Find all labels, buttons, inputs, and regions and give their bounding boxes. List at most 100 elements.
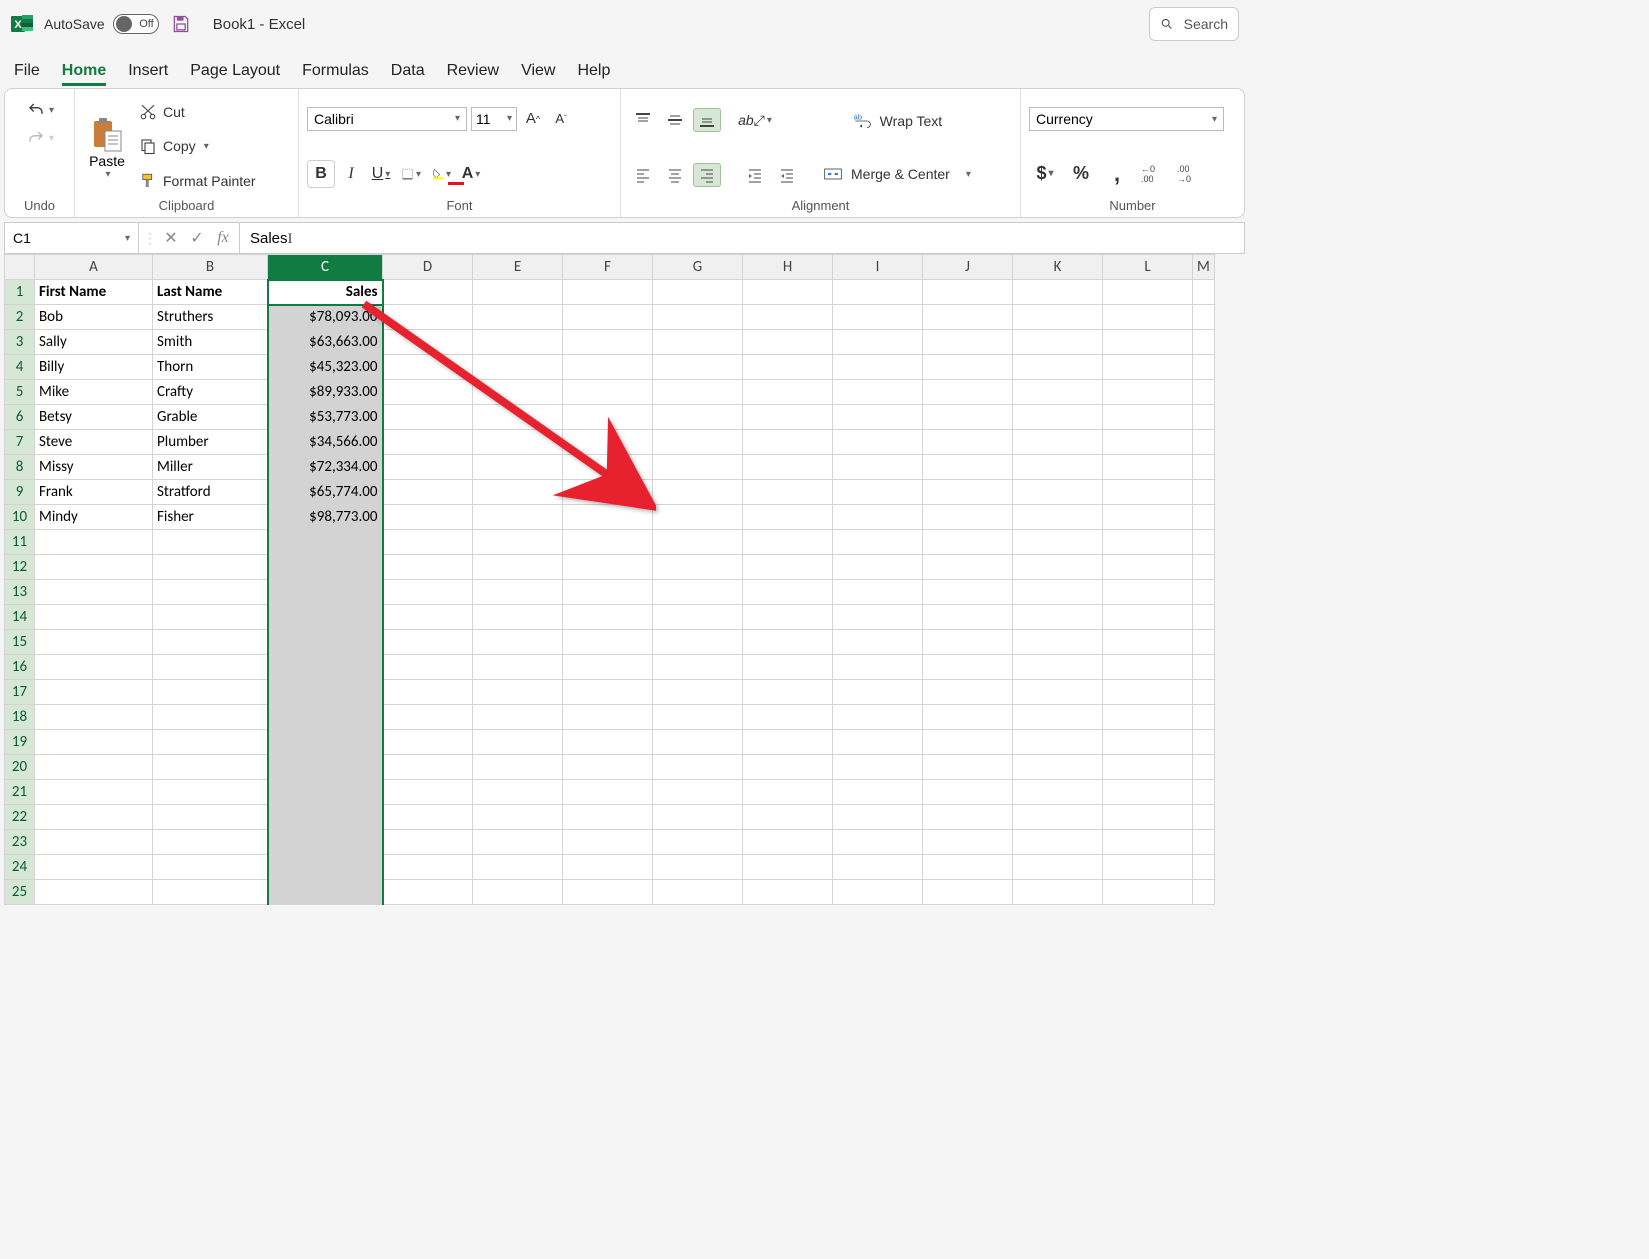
cell[interactable]: Plumber [153, 430, 268, 455]
cell[interactable] [473, 780, 563, 805]
row-header[interactable]: 13 [5, 580, 35, 605]
cell[interactable] [1013, 330, 1103, 355]
cell[interactable] [1013, 655, 1103, 680]
name-box[interactable]: C1▾ [5, 223, 139, 253]
column-header-F[interactable]: F [563, 255, 653, 280]
cell[interactable] [923, 630, 1013, 655]
align-top-button[interactable] [629, 108, 657, 132]
cell[interactable] [653, 605, 743, 630]
cell[interactable] [563, 755, 653, 780]
cell[interactable] [833, 880, 923, 905]
cell[interactable]: Last Name [153, 280, 268, 305]
row-header[interactable]: 25 [5, 880, 35, 905]
cell[interactable] [653, 505, 743, 530]
row-header[interactable]: 10 [5, 505, 35, 530]
cell[interactable] [923, 280, 1013, 305]
cell[interactable] [653, 305, 743, 330]
cell[interactable] [473, 305, 563, 330]
format-painter-button[interactable]: Format Painter [137, 169, 287, 193]
cell[interactable] [833, 305, 923, 330]
cell[interactable] [268, 680, 383, 705]
cell[interactable]: $34,566.00 [268, 430, 383, 455]
row-header[interactable]: 5 [5, 380, 35, 405]
decrease-indent-button[interactable] [741, 163, 769, 187]
cell[interactable]: $72,334.00 [268, 455, 383, 480]
cell[interactable] [743, 355, 833, 380]
cell[interactable] [153, 555, 268, 580]
row-header[interactable]: 15 [5, 630, 35, 655]
cell[interactable] [563, 730, 653, 755]
cell[interactable] [1193, 280, 1215, 305]
cell[interactable] [1103, 455, 1193, 480]
cell[interactable] [383, 580, 473, 605]
cell[interactable] [1103, 730, 1193, 755]
tab-home[interactable]: Home [62, 62, 106, 86]
row-header[interactable]: 12 [5, 555, 35, 580]
cell[interactable] [1013, 480, 1103, 505]
column-header-D[interactable]: D [383, 255, 473, 280]
cell[interactable] [1193, 505, 1215, 530]
cell[interactable] [563, 505, 653, 530]
cell[interactable] [1103, 630, 1193, 655]
cell[interactable] [563, 605, 653, 630]
cell[interactable] [383, 505, 473, 530]
cell[interactable] [153, 855, 268, 880]
cell[interactable] [743, 455, 833, 480]
cell[interactable] [1103, 380, 1193, 405]
cell[interactable] [268, 780, 383, 805]
cell[interactable] [563, 380, 653, 405]
cell[interactable] [1013, 730, 1103, 755]
cell[interactable] [473, 680, 563, 705]
cell[interactable] [743, 880, 833, 905]
cell[interactable] [833, 830, 923, 855]
row-header[interactable]: 19 [5, 730, 35, 755]
cell[interactable] [268, 705, 383, 730]
cell[interactable] [1103, 780, 1193, 805]
cell[interactable] [1193, 455, 1215, 480]
cell[interactable] [1013, 630, 1103, 655]
cell[interactable] [473, 480, 563, 505]
cell[interactable] [1193, 430, 1215, 455]
cell[interactable] [473, 330, 563, 355]
cell[interactable] [1013, 555, 1103, 580]
cell[interactable] [743, 530, 833, 555]
row-header[interactable]: 11 [5, 530, 35, 555]
cell[interactable] [1193, 580, 1215, 605]
cell[interactable] [1193, 880, 1215, 905]
row-header[interactable]: 24 [5, 855, 35, 880]
cell[interactable]: Betsy [35, 405, 153, 430]
cell[interactable] [743, 605, 833, 630]
cell[interactable] [743, 805, 833, 830]
cell[interactable] [1103, 355, 1193, 380]
cell[interactable] [563, 580, 653, 605]
cell[interactable] [268, 530, 383, 555]
cell[interactable] [923, 580, 1013, 605]
cell[interactable] [1193, 405, 1215, 430]
cell[interactable] [268, 605, 383, 630]
row-header[interactable]: 7 [5, 430, 35, 455]
cell[interactable] [268, 755, 383, 780]
cell[interactable] [743, 305, 833, 330]
cell[interactable] [473, 555, 563, 580]
cell[interactable] [743, 380, 833, 405]
redo-button[interactable]: ▾ [21, 127, 58, 149]
cell[interactable] [563, 880, 653, 905]
cell[interactable] [153, 755, 268, 780]
cell[interactable] [383, 305, 473, 330]
cell[interactable] [1193, 655, 1215, 680]
increase-font-button[interactable]: A^ [521, 107, 545, 131]
cell[interactable] [383, 780, 473, 805]
cell[interactable] [268, 630, 383, 655]
cell[interactable] [473, 580, 563, 605]
cell[interactable]: Steve [35, 430, 153, 455]
cell[interactable]: $45,323.00 [268, 355, 383, 380]
cell[interactable] [653, 530, 743, 555]
cell[interactable] [923, 680, 1013, 705]
cell[interactable] [153, 530, 268, 555]
row-header[interactable]: 23 [5, 830, 35, 855]
cell[interactable] [743, 405, 833, 430]
cell[interactable] [563, 405, 653, 430]
align-right-button[interactable] [693, 163, 721, 187]
cell[interactable] [1193, 330, 1215, 355]
cell[interactable] [653, 355, 743, 380]
